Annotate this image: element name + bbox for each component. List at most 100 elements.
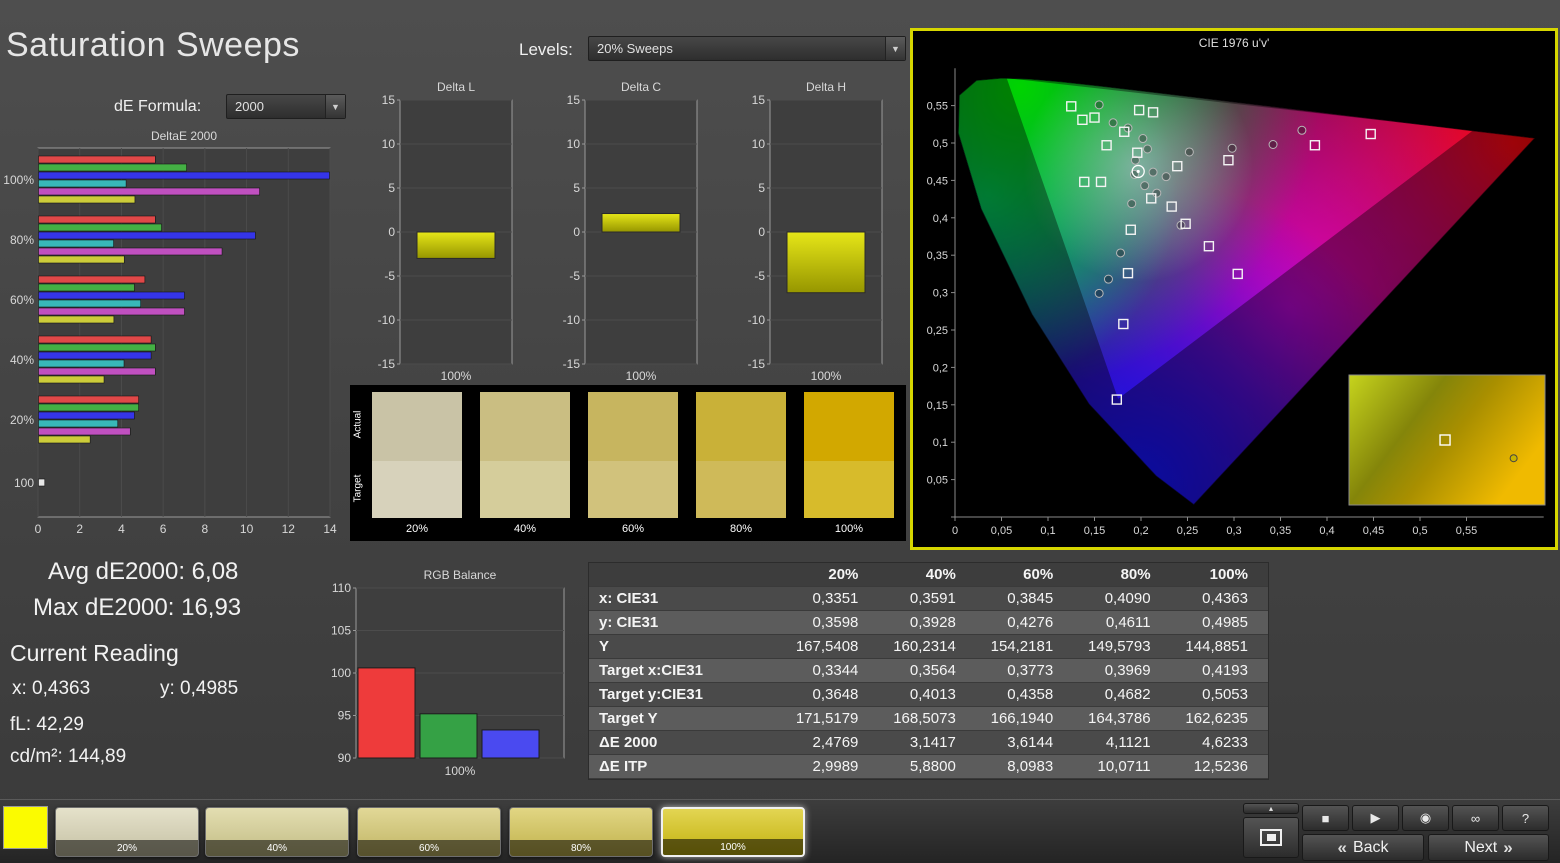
svg-text:90: 90 (338, 751, 352, 765)
measurement-point (1227, 143, 1237, 153)
rgb-balance-chart[interactable]: RGB Balance 90 95 100 105 110 100% (320, 566, 572, 782)
svg-text:5: 5 (573, 181, 580, 195)
cell-value: 12,5236 (1193, 758, 1248, 775)
swatch-actual-color (480, 392, 570, 462)
patch-button-80%[interactable]: 80% (509, 807, 653, 857)
svg-text:0,05: 0,05 (991, 525, 1012, 537)
svg-text:0,2: 0,2 (1133, 525, 1148, 537)
swatch-row-label-actual: Actual (352, 410, 364, 439)
cell-value: 0,3344 (812, 662, 859, 679)
svg-text:10: 10 (240, 522, 254, 536)
patch-button-60%[interactable]: 60% (357, 807, 501, 857)
svg-text:10: 10 (567, 137, 581, 151)
svg-text:95: 95 (338, 709, 352, 723)
row-label: Target y:CIE31 (599, 686, 703, 703)
help-button[interactable]: ? (1502, 805, 1549, 831)
play-icon: ▶ (1370, 810, 1381, 825)
delta-h-chart[interactable]: Delta H -15 -10 -5 0 5 10 15 100% (736, 78, 888, 384)
de-formula-dropdown[interactable]: 2000 ▼ (226, 94, 346, 119)
patch-button-20%[interactable]: 20% (55, 807, 199, 857)
cell-value: 0,3591 (909, 590, 956, 607)
app-window: Saturation Sweeps Levels: 20% Sweeps ▼ d… (0, 0, 1560, 863)
row-label: x: CIE31 (599, 590, 659, 607)
deltae-bar-red-80% (38, 215, 156, 224)
current-x-value: x: 0,4363 (12, 678, 91, 699)
chart-title: DeltaE 2000 (151, 129, 217, 143)
cell-value: 168,5073 (893, 710, 956, 727)
record-button[interactable]: ◉ (1402, 805, 1449, 831)
next-button[interactable]: Next » (1428, 834, 1549, 861)
cell-value: 0,4013 (909, 686, 956, 703)
svg-text:10: 10 (382, 137, 396, 151)
back-button[interactable]: « Back (1302, 834, 1424, 861)
measurement-point (1103, 274, 1113, 284)
delta_h-bar (786, 231, 866, 294)
svg-text:-15: -15 (378, 357, 396, 371)
swatch-actual-color (372, 392, 462, 462)
deltae-bar-magenta-80% (38, 247, 223, 256)
svg-text:-15: -15 (563, 357, 581, 371)
deltae-bar-blue-40% (38, 351, 152, 360)
cell-value: 0,3564 (909, 662, 956, 679)
patch-label: 40% (206, 840, 348, 856)
row-label: ΔE 2000 (599, 734, 658, 751)
cell-value: 0,3773 (1007, 662, 1054, 679)
actual-target-swatches: Actual Target 20% 40% 60% 80% 100% (350, 385, 906, 541)
svg-text:-10: -10 (563, 313, 581, 327)
measurement-point (1161, 172, 1171, 182)
deltae2000-chart[interactable]: DeltaE 2000 0 2 4 6 8 10 12 14 100% 80% 60% 40% 20% 10… (0, 126, 340, 542)
cie-diagram-panel[interactable]: CIE 1976 u'v' 0 0,05 0,05 0,1 0,1 0,15 0,15 0,2 0… (910, 28, 1558, 550)
row-label: Target x:CIE31 (599, 662, 703, 679)
column-header: 100% (1209, 566, 1248, 583)
deltae-bar-green-80% (38, 223, 162, 232)
current-fl-value: fL: 42,29 (10, 714, 84, 735)
chart-title: CIE 1976 u'v' (1199, 36, 1270, 50)
svg-text:110: 110 (332, 581, 351, 595)
cell-value: 0,4682 (1104, 686, 1151, 703)
deltae-bar-magenta-20% (38, 427, 131, 436)
patch-button-40%[interactable]: 40% (205, 807, 349, 857)
measurement-point (1148, 167, 1158, 177)
svg-text:0,5: 0,5 (933, 138, 948, 150)
svg-text:0,55: 0,55 (927, 101, 948, 113)
cell-value: 162,6235 (1185, 710, 1248, 727)
svg-text:10: 10 (752, 137, 766, 151)
delta-c-chart[interactable]: Delta C -15 -10 -5 0 5 10 15 100% (551, 78, 703, 384)
svg-text:0,45: 0,45 (1363, 525, 1384, 537)
deltae-bar-green-20% (38, 403, 139, 412)
display-window-button[interactable] (1243, 817, 1299, 858)
chevron-right-icon: » (1503, 837, 1513, 857)
deltae-bar-blue-20% (38, 411, 135, 420)
svg-text:100%: 100% (811, 369, 842, 383)
play-button[interactable]: ▶ (1352, 805, 1399, 831)
max-de2000: Max dE2000: 16,93 (33, 594, 242, 621)
delta_l-bar (416, 231, 496, 259)
cell-value: 10,0711 (1097, 758, 1151, 775)
deltae-bar-green-100% (38, 163, 187, 172)
delta-l-chart[interactable]: Delta L -15 -10 -5 0 5 10 15 100% (366, 78, 518, 384)
svg-text:0,25: 0,25 (1177, 525, 1198, 537)
cie-zoom-inset (1348, 374, 1546, 506)
cell-value: 0,4611 (1105, 614, 1151, 631)
deltae-bar-cyan-100% (38, 179, 127, 188)
swatch-100% (804, 392, 894, 518)
patch-button-100%[interactable]: 100% (661, 807, 805, 857)
cell-value: 166,1940 (990, 710, 1054, 727)
stop-button[interactable]: ■ (1302, 805, 1349, 831)
swatch-target-color (696, 461, 786, 518)
cell-value: 0,3598 (812, 614, 859, 631)
swatch-row-label-target: Target (352, 474, 364, 503)
chevron-left-icon: « (1337, 837, 1347, 857)
levels-label: Levels: (519, 40, 573, 59)
help-icon: ? (1521, 810, 1530, 826)
cell-value: 154,2181 (990, 638, 1054, 655)
table-row: ΔE 2000 2,4769 3,1417 3,6144 4,1121 4,6233 (589, 731, 1268, 755)
collapse-button[interactable]: ▴ (1243, 803, 1299, 814)
deltae-bar-magenta-100% (38, 187, 260, 196)
continuous-measure-icon: ∞ (1470, 810, 1481, 826)
chart-title: Delta L (437, 80, 475, 94)
continuous-measure-button[interactable]: ∞ (1452, 805, 1499, 831)
levels-dropdown[interactable]: 20% Sweeps ▼ (588, 36, 906, 61)
current-reading-title: Current Reading (10, 640, 179, 666)
cell-value: 0,4985 (1202, 614, 1248, 631)
